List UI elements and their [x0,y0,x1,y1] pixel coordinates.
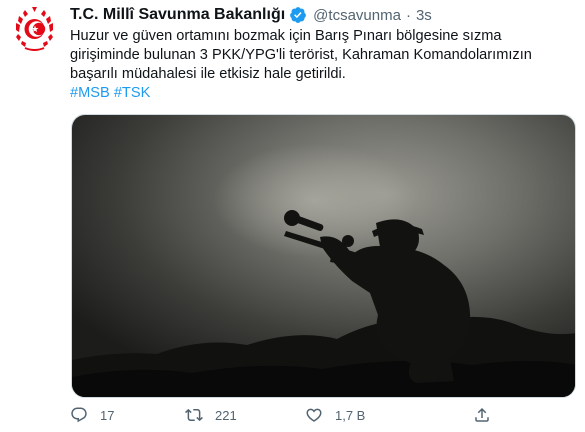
author-name[interactable]: T.C. Millî Savunma Bakanlığı [70,6,285,24]
author-handle[interactable]: @tcsavunma [313,7,401,24]
verified-badge-icon [289,6,307,24]
retweet-button[interactable]: 221 [185,403,237,427]
soldier-silhouette-photo [72,115,575,397]
retweet-count: 221 [215,407,237,423]
tweet-timestamp[interactable]: 3s [416,7,432,24]
msb-emblem-icon [10,4,59,53]
like-button[interactable]: 1,7 B [305,403,365,427]
like-icon [306,408,322,422]
tweet-photo[interactable] [71,114,576,398]
tweet-text-line: girişiminde bulunan 3 PKK/YPG'li teröris… [70,47,532,63]
tweet-card: T.C. Millî Savunma Bakanlığı @tcsavunma … [0,0,585,432]
reply-button[interactable]: 17 [70,403,114,427]
retweet-icon [185,408,203,422]
tweet-text-line: Huzur ve güven ortamını bozmak için Barı… [70,28,502,44]
reply-icon [71,407,87,423]
tweet-actions: 17 221 1,7 B [70,403,510,427]
share-button[interactable] [473,403,491,427]
hashtag-row: #MSB #TSK [70,84,150,103]
reply-count: 17 [100,407,115,423]
separator-dot: · [405,6,411,24]
share-icon [475,407,489,422]
hashtag-msb[interactable]: #MSB [70,85,110,101]
tweet-header: T.C. Millî Savunma Bakanlığı @tcsavunma … [70,4,432,26]
avatar[interactable] [10,4,59,53]
hashtag-tsk[interactable]: #TSK [114,85,151,101]
like-count: 1,7 B [335,407,366,423]
tweet-text-line: başarılı müdahalesi ile etkisiz hale get… [70,66,346,82]
tweet-text: Huzur ve güven ortamını bozmak için Barı… [70,27,575,84]
